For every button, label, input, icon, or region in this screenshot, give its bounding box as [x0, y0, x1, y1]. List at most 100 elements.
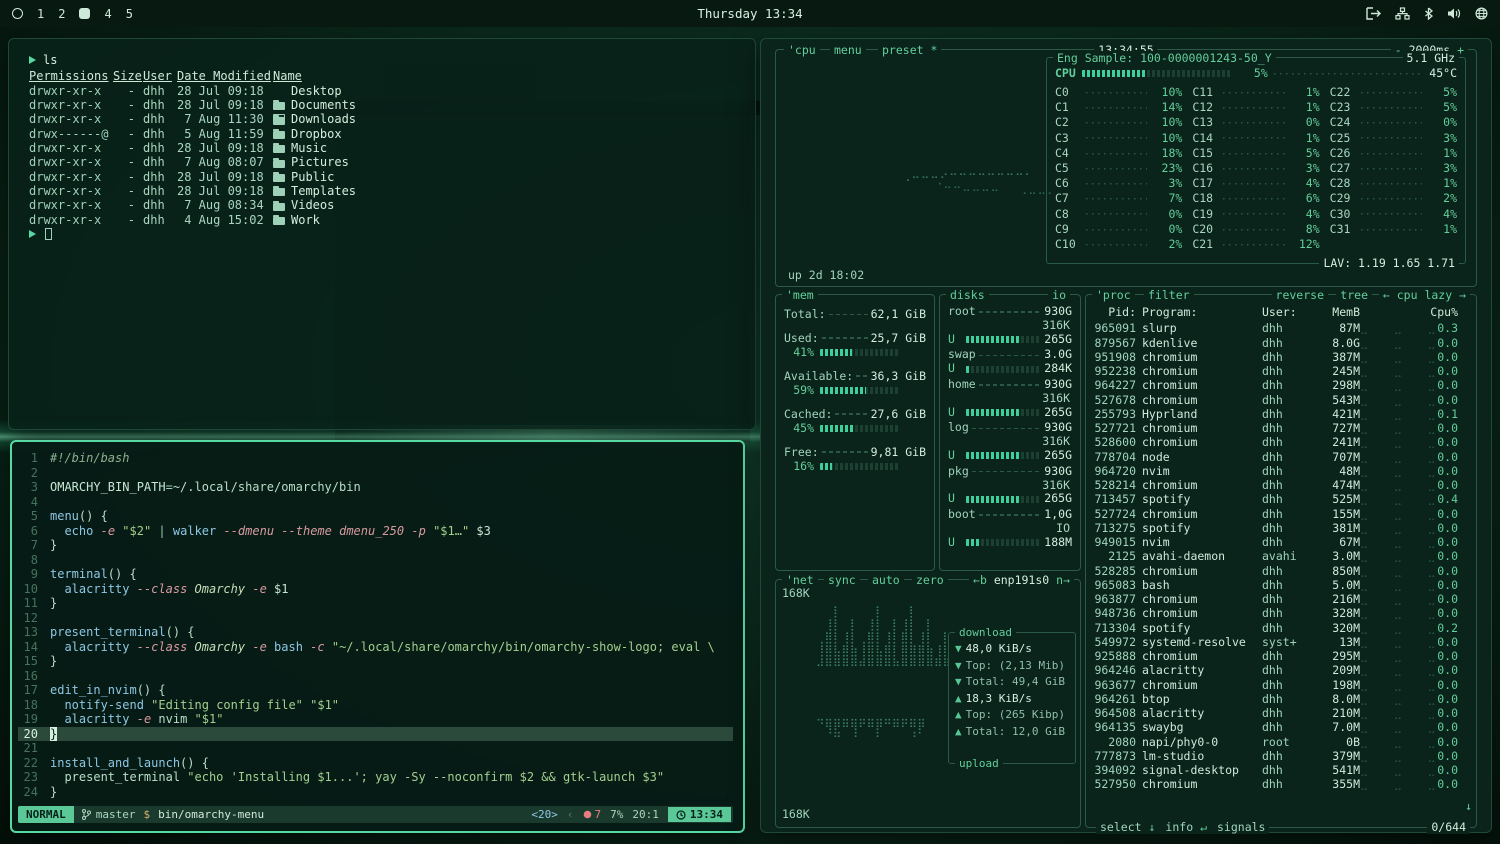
sort-column-selector[interactable]: ← cpu lazy → — [1379, 288, 1470, 302]
ls-row: drwxr-xr-x-dhh 4 Aug 15:02Work — [29, 213, 755, 227]
interval-decrease[interactable]: - — [1395, 43, 1402, 57]
neovim-window[interactable]: 1#!/bin/bash23OMARCHY_BIN_PATH=~/.local/… — [10, 440, 745, 833]
empty-prompt-line[interactable] — [29, 228, 755, 240]
process-row[interactable]: 964135swaybgdhh7.0M⣀⠀⠀⠀⣀⠀⠀⠀⣀0.0 — [1092, 720, 1470, 734]
workspace-5[interactable]: 5 — [126, 7, 133, 21]
process-row[interactable]: 527721chromiumdhh727M⣀⠀⠀⠀⣀⠀⠀⠀⣀0.0 — [1092, 421, 1470, 435]
header-memb[interactable]: MemB — [1310, 305, 1360, 319]
process-pid: 527950 — [1092, 777, 1142, 791]
menu-button[interactable]: menu — [830, 43, 866, 57]
io-toggle[interactable]: io — [1048, 288, 1070, 302]
workspace-2[interactable]: 2 — [58, 7, 65, 21]
process-row[interactable]: 963877chromiumdhh216M⣀⠀⠀⠀⣀⠀⠀⠀⣀0.0 — [1092, 592, 1470, 606]
filter-button[interactable]: filter — [1144, 288, 1194, 302]
iface-prev[interactable]: ←b — [973, 573, 987, 587]
process-row[interactable]: 778704nodedhh707M⣀⠀⠀⠀⣀⠀⠀⠀⣀0.0 — [1092, 450, 1470, 464]
code-line: 13present_terminal() { — [18, 625, 733, 640]
process-row[interactable]: 964508alacrittydhh210M⣀⠀⠀⠀⣀⠀⠀⠀⣀0.0 — [1092, 706, 1470, 720]
net-sync-toggle[interactable]: sync — [824, 573, 860, 587]
workspace-4[interactable]: 4 — [104, 7, 111, 21]
process-row[interactable]: 948736chromiumdhh328M⣀⠀⠀⠀⣀⠀⠀⠀⣀0.0 — [1092, 606, 1470, 620]
process-row[interactable]: 713457spotifydhh525M⣀⠀⠀⠀⣀⠀⠀⠀⣀0.4 — [1092, 492, 1470, 506]
editor-lines[interactable]: 1#!/bin/bash23OMARCHY_BIN_PATH=~/.local/… — [18, 451, 733, 799]
header-user[interactable]: User: — [1262, 305, 1310, 319]
iface-next[interactable]: n→ — [1056, 573, 1070, 587]
workspace-indicator-active[interactable] — [79, 8, 90, 19]
process-row[interactable]: 879567kdenlivedhh8.0G⣀⠀⠀⠀⣀⠀⠀⠀⣀0.0 — [1092, 336, 1470, 350]
volume-icon[interactable] — [1447, 7, 1461, 20]
process-row[interactable]: 527678chromiumdhh543M⣀⠀⠀⠀⣀⠀⠀⠀⣀0.0 — [1092, 393, 1470, 407]
cpu-box-label[interactable]: 'cpu — [784, 43, 820, 57]
process-header-row: Pid: Program: User: MemB Cpu% — [1092, 305, 1470, 319]
net-zero-toggle[interactable]: zero — [912, 573, 948, 587]
terminal-window-ls[interactable]: ls Permissions Size User Date Modified N… — [8, 38, 756, 430]
process-row[interactable]: 963677chromiumdhh198M⣀⠀⠀⠀⣀⠀⠀⠀⣀0.0 — [1092, 678, 1470, 692]
scroll-down-indicator[interactable]: ↓ — [1465, 799, 1472, 813]
process-row[interactable]: 549972systemd-resolvesyst+13M⣀⠀⠀⠀⣀⠀⠀⠀⣀0.… — [1092, 635, 1470, 649]
select-key[interactable]: ↓ — [1148, 820, 1155, 834]
process-program: spotify — [1142, 492, 1262, 506]
mem-box-label[interactable]: 'mem — [782, 288, 818, 302]
process-row[interactable]: 528285chromiumdhh850M⣀⠀⠀⠀⣀⠀⠀⠀⣀0.0 — [1092, 564, 1470, 578]
proc-box-label[interactable]: 'proc — [1092, 288, 1135, 302]
signals-label[interactable]: signals — [1217, 820, 1265, 834]
preset-button[interactable]: preset * — [878, 43, 941, 57]
logout-icon[interactable] — [1366, 7, 1381, 20]
header-cpu[interactable]: Cpu% — [1424, 305, 1458, 319]
process-row[interactable]: 255793Hyprlanddhh421M⣀⠀⠀⠀⣀⠀⠀⠀⣀0.1 — [1092, 407, 1470, 421]
header-program[interactable]: Program: — [1142, 305, 1262, 319]
process-row[interactable]: 925888chromiumdhh295M⣀⠀⠀⠀⣀⠀⠀⠀⣀0.0 — [1092, 649, 1470, 663]
process-user: dhh — [1262, 421, 1310, 435]
workspace-1[interactable]: 1 — [37, 7, 44, 21]
disks-box-label[interactable]: disks — [946, 288, 989, 302]
process-cpu-graph: ⣀⠀⠀⠀⣀⠀⠀⠀⣀ — [1360, 706, 1424, 720]
net-auto-toggle[interactable]: auto — [868, 573, 904, 587]
process-cpu-graph: ⣀⠀⠀⠀⣀⠀⠀⠀⣀ — [1360, 321, 1424, 335]
process-row[interactable]: 2125avahi-daemonavahi3.0M⣀⠀⠀⠀⣀⠀⠀⠀⣀0.0 — [1092, 549, 1470, 563]
process-row[interactable]: 964261btopdhh8.0M⣀⠀⠀⠀⣀⠀⠀⠀⣀0.0 — [1092, 692, 1470, 706]
header-pid[interactable]: Pid: — [1092, 305, 1142, 319]
process-cpu-graph: ⣀⠀⠀⠀⣀⠀⠀⠀⣀ — [1360, 464, 1424, 478]
bluetooth-icon[interactable] — [1424, 7, 1433, 20]
net-interface-selector[interactable]: ←b enp191s0 n→ — [969, 573, 1074, 587]
process-row[interactable]: 713275spotifydhh381M⣀⠀⠀⠀⣀⠀⠀⠀⣀0.0 — [1092, 521, 1470, 535]
process-row[interactable]: 2080napi/phy0-0root0B⣀⠀⠀⠀⣀⠀⠀⠀⣀0.0 — [1092, 735, 1470, 749]
code-text: } — [50, 538, 733, 553]
process-row[interactable]: 965091slurpdhh87M⣀⠀⠀⠀⣀⠀⠀⠀⣀0.3 — [1092, 321, 1470, 335]
process-row[interactable]: 965083bashdhh5.0M⣀⠀⠀⠀⣀⠀⠀⠀⣀0.0 — [1092, 578, 1470, 592]
code-text: install_and_launch() { — [50, 756, 733, 771]
process-row[interactable]: 951908chromiumdhh387M⣀⠀⠀⠀⣀⠀⠀⠀⣀0.0 — [1092, 350, 1470, 364]
mem-stat: Cached:27,6 GiB45% — [784, 407, 926, 436]
btop-window[interactable]: 'cpu menu preset * 13:34:55 - 2000ms + ⢀… — [760, 38, 1492, 833]
workspace-indicator-ring[interactable] — [12, 8, 23, 19]
net-box-label[interactable]: 'net — [782, 573, 818, 587]
process-row[interactable]: 527724chromiumdhh155M⣀⠀⠀⠀⣀⠀⠀⠀⣀0.0 — [1092, 507, 1470, 521]
disk-entry: pkg930G316KU265G — [948, 465, 1072, 506]
info-key[interactable]: ↵ — [1200, 820, 1207, 834]
globe-icon[interactable] — [1475, 7, 1488, 20]
ls-permissions: drwxr-xr-x — [29, 198, 113, 212]
process-row[interactable]: 527950chromiumdhh355M⣀⠀⠀⠀⣀⠀⠀⠀⣀0.0 — [1092, 777, 1470, 791]
process-row[interactable]: 964720nvimdhh48M⣀⠀⠀⠀⣀⠀⠀⠀⣀0.0 — [1092, 464, 1470, 478]
network-icon[interactable] — [1395, 7, 1410, 20]
disk-used-row: U265G — [948, 333, 1072, 347]
process-cpu-graph: ⣀⠀⠀⠀⣀⠀⠀⠀⣀ — [1360, 492, 1424, 506]
process-row[interactable]: 964227chromiumdhh298M⣀⠀⠀⠀⣀⠀⠀⠀⣀0.0 — [1092, 378, 1470, 392]
tree-button[interactable]: tree — [1336, 288, 1372, 302]
process-row[interactable]: 952238chromiumdhh245M⣀⠀⠀⠀⣀⠀⠀⠀⣀0.0 — [1092, 364, 1470, 378]
process-row[interactable]: 949015nvimdhh67M⣀⠀⠀⠀⣀⠀⠀⠀⣀0.0 — [1092, 535, 1470, 549]
line-number: 13 — [18, 625, 50, 640]
process-row[interactable]: 528600chromiumdhh241M⣀⠀⠀⠀⣀⠀⠀⠀⣀0.0 — [1092, 435, 1470, 449]
core-meter — [1223, 151, 1284, 155]
reverse-button[interactable]: reverse — [1272, 288, 1328, 302]
process-row[interactable]: 394092signal-desktopdhh541M⣀⠀⠀⠀⣀⠀⠀⠀⣀0.0 — [1092, 763, 1470, 777]
core-row: C311% — [1330, 222, 1457, 237]
line-number: 4 — [18, 495, 50, 510]
core-percent: 10% — [1152, 85, 1182, 100]
process-row[interactable]: 713304spotifydhh320M⣀⠀⠀⠀⣀⠀⠀⠀⣀0.2 — [1092, 621, 1470, 635]
code-text: alacritty --class Omarchy -e $1 — [50, 582, 733, 597]
ls-permissions: drwxr-xr-x — [29, 98, 113, 112]
process-row[interactable]: 964246alacrittydhh209M⣀⠀⠀⠀⣀⠀⠀⠀⣀0.0 — [1092, 663, 1470, 677]
process-row[interactable]: 528214chromiumdhh474M⣀⠀⠀⠀⣀⠀⠀⠀⣀0.0 — [1092, 478, 1470, 492]
process-row[interactable]: 777873lm-studiodhh379M⣀⠀⠀⠀⣀⠀⠀⠀⣀0.0 — [1092, 749, 1470, 763]
